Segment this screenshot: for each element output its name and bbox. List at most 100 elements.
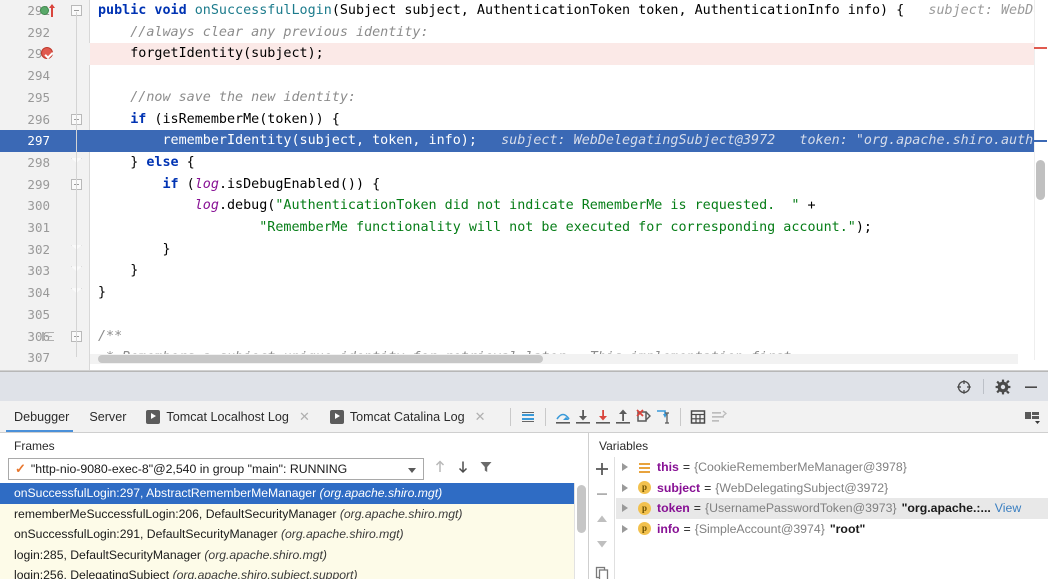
- code-token: {: [178, 154, 195, 170]
- code-line[interactable]: /**: [98, 326, 122, 348]
- line-number: 302: [27, 241, 50, 257]
- frame-list-item[interactable]: rememberMeSuccessfulLogin:206, DefaultSe…: [0, 504, 574, 525]
- tab-tomcat-catalina-log[interactable]: Tomcat Catalina Log ✕: [320, 401, 496, 432]
- code-line[interactable]: if (isRememberMe(token)) {: [98, 109, 340, 131]
- code-token: }: [98, 285, 107, 301]
- tab-debugger[interactable]: Debugger: [0, 401, 79, 432]
- code-line[interactable]: }: [98, 282, 106, 304]
- expand-triangle-icon[interactable]: [622, 504, 628, 512]
- code-line[interactable]: "RememberMe functionality will not be ex…: [98, 217, 872, 239]
- code-token: log: [194, 176, 219, 192]
- code-token: onSuccessfulLogin: [194, 3, 332, 18]
- code-line[interactable]: }: [98, 239, 171, 261]
- variable-name: this: [657, 460, 679, 474]
- frames-list[interactable]: onSuccessfulLogin:297, AbstractRememberM…: [0, 483, 574, 579]
- close-icon[interactable]: ✕: [299, 410, 310, 423]
- step-over-icon[interactable]: [553, 407, 573, 427]
- code-line[interactable]: if (log.isDebugEnabled()) {: [98, 174, 381, 196]
- line-number: 299: [27, 176, 50, 192]
- minus-icon[interactable]: [594, 486, 610, 502]
- frame-list-item[interactable]: login:256, DelegatingSubject (org.apache…: [0, 565, 574, 579]
- code-token: .debug(: [218, 198, 276, 214]
- frames-scrollbar[interactable]: [577, 485, 586, 533]
- thread-dropdown[interactable]: ✓ "http-nio-9080-exec-8"@2,540 in group …: [8, 458, 424, 480]
- expand-triangle-icon[interactable]: [622, 463, 628, 471]
- step-out-icon[interactable]: [613, 407, 633, 427]
- close-icon[interactable]: ✕: [475, 410, 486, 423]
- frame-list-item[interactable]: login:285, DefaultSecurityManager (org.a…: [0, 545, 574, 566]
- code-token: +: [799, 198, 816, 214]
- frame-label: rememberMeSuccessfulLogin:206, DefaultSe…: [14, 506, 340, 521]
- code-token: );: [855, 220, 872, 235]
- frame-list-item[interactable]: onSuccessfulLogin:291, DefaultSecurityMa…: [0, 524, 574, 545]
- code-token: subject: WebDel: [904, 3, 1048, 18]
- thread-selector-row: ✓ "http-nio-9080-exec-8"@2,540 in group …: [8, 458, 493, 480]
- arrow-up-icon[interactable]: [433, 459, 447, 480]
- force-step-into-icon[interactable]: [593, 407, 613, 427]
- minimize-icon[interactable]: [1022, 378, 1040, 396]
- code-token: (: [178, 176, 195, 192]
- target-icon[interactable]: [955, 378, 973, 396]
- run-config-icon: [146, 409, 161, 424]
- layout-settings-icon[interactable]: [1022, 407, 1042, 427]
- code-token: "RememberMe functionality will not be ex…: [259, 220, 856, 235]
- tab-label: Tomcat Catalina Log: [349, 409, 465, 424]
- evaluate-expression-icon[interactable]: [688, 407, 708, 427]
- frames-nav-buttons: [433, 459, 493, 480]
- code-line[interactable]: rememberIdentity(subject, token, info); …: [98, 130, 1048, 152]
- expand-triangle-icon[interactable]: [622, 483, 628, 492]
- code-line[interactable]: log.debug("AuthenticationToken did not i…: [98, 195, 816, 217]
- chevron-down-icon[interactable]: [408, 468, 416, 473]
- run-to-cursor-icon[interactable]: [653, 407, 673, 427]
- variable-name: token: [657, 501, 690, 515]
- code-editor[interactable]: 291 public void onSuccessfulLogin(Subject…: [0, 0, 1048, 371]
- editor-vertical-scrollbar[interactable]: [1036, 160, 1045, 200]
- mute-breakpoints-icon[interactable]: [518, 407, 538, 427]
- filter-icon[interactable]: [479, 459, 493, 480]
- code-line[interactable]: } else {: [98, 152, 195, 174]
- line-number: 301: [27, 220, 50, 235]
- line-number: 300: [27, 198, 50, 214]
- up-triangle-icon[interactable]: [594, 511, 610, 527]
- variable-row[interactable]: p info = {SimpleAccount@3974} "root": [616, 519, 1048, 540]
- line-number: 307: [27, 350, 50, 366]
- code-line[interactable]: //now save the new identity:: [98, 87, 356, 109]
- code-token: }: [98, 241, 171, 257]
- field-badge-icon: [638, 461, 651, 474]
- frame-list-item[interactable]: onSuccessfulLogin:297, AbstractRememberM…: [0, 483, 574, 504]
- code-line[interactable]: forgetIdentity(subject);: [98, 43, 324, 65]
- variable-row[interactable]: p token = {UsernamePasswordToken@3973} "org.…: [616, 498, 1048, 519]
- stripe-marker-selection: [1034, 140, 1047, 142]
- frame-label: login:256, DelegatingSubject: [14, 568, 173, 579]
- drop-frame-icon[interactable]: [633, 407, 653, 427]
- variable-string-value: "org.apache.:...: [901, 501, 991, 515]
- equals-sign: =: [683, 521, 691, 536]
- variables-list[interactable]: this = {CookieRememberMeManager@3978} p subj…: [616, 457, 1048, 579]
- view-link[interactable]: View: [995, 498, 1021, 519]
- debug-tool-window: Debugger Server Tomcat Localhost Log ✕ Tomca…: [0, 371, 1048, 579]
- run-method-icon[interactable]: [40, 6, 49, 15]
- tab-server[interactable]: Server: [79, 401, 136, 432]
- tab-label: Server: [89, 409, 127, 424]
- down-triangle-icon[interactable]: [594, 536, 610, 552]
- javadoc-icon[interactable]: [42, 331, 54, 342]
- editor-horizontal-scrollbar[interactable]: [98, 355, 543, 363]
- tab-label: Tomcat Localhost Log: [166, 409, 289, 424]
- code-line[interactable]: //always clear any previous identity:: [98, 22, 428, 44]
- step-into-icon[interactable]: [573, 407, 593, 427]
- settings-layout-icon[interactable]: [708, 407, 728, 427]
- plus-icon[interactable]: [594, 461, 610, 477]
- code-token: forgetIdentity(subject);: [98, 46, 324, 62]
- tab-tomcat-localhost-log[interactable]: Tomcat Localhost Log ✕: [136, 401, 319, 432]
- variable-row[interactable]: this = {CookieRememberMeManager@3978}: [616, 457, 1048, 478]
- frame-package: (org.apache.shiro.mgt): [339, 506, 463, 521]
- arrow-down-icon[interactable]: [456, 459, 470, 480]
- copy-icon[interactable]: [594, 565, 610, 579]
- code-line[interactable]: public void onSuccessfulLogin(Subject su…: [98, 0, 1048, 22]
- variable-row[interactable]: p subject = {WebDelegatingSubject@3972}: [616, 478, 1048, 499]
- code-line[interactable]: }: [98, 260, 138, 282]
- run-config-icon: [329, 409, 344, 424]
- expand-triangle-icon[interactable]: [622, 524, 628, 533]
- gear-icon[interactable]: [994, 378, 1012, 396]
- line-number: 304: [27, 285, 50, 301]
